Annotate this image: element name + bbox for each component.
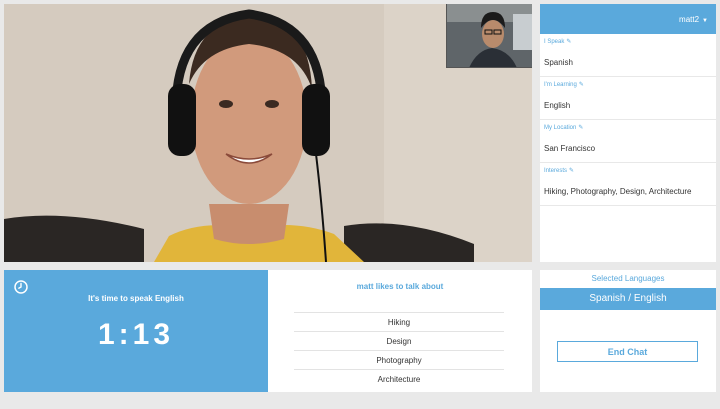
topics-title: matt likes to talk about xyxy=(356,282,444,291)
pencil-icon[interactable]: ✎ xyxy=(566,38,571,45)
topic-item: Design xyxy=(294,331,504,350)
field-label: I'm Learning xyxy=(544,81,577,88)
timer-prompt: It's time to speak English xyxy=(88,294,184,303)
caret-down-icon: ▼ xyxy=(702,17,708,24)
username-menu[interactable]: matt2 ▼ xyxy=(679,15,708,24)
profile-header: matt2 ▼ xyxy=(540,4,716,34)
timer-countdown: 1:13 xyxy=(97,318,175,351)
pencil-icon[interactable]: ✎ xyxy=(578,124,583,131)
selected-language-pair: Spanish / English xyxy=(540,288,716,310)
field-value: San Francisco xyxy=(544,144,596,153)
field-my-location: My Location ✎ San Francisco xyxy=(540,120,716,163)
speaking-timer-panel: It's time to speak English 1:13 xyxy=(4,270,268,392)
selected-languages-panel: Selected Languages Spanish / English End… xyxy=(540,270,716,392)
field-label: I Speak xyxy=(544,38,565,45)
field-value: Spanish xyxy=(544,58,573,67)
topic-item: Hiking xyxy=(294,312,504,331)
partner-profile-panel: matt2 ▼ I Speak ✎ Spanish I'm Learning ✎ … xyxy=(540,4,716,262)
field-label: My Location xyxy=(544,124,577,131)
field-i-speak: I Speak ✎ Spanish xyxy=(540,34,716,77)
topic-item: Photography xyxy=(294,350,504,369)
topic-list: Hiking Design Photography Architecture xyxy=(294,312,504,388)
languages-title: Selected Languages xyxy=(591,274,665,283)
clock-icon xyxy=(14,280,28,294)
talk-topics-panel: matt likes to talk about Hiking Design P… xyxy=(268,270,532,392)
field-value: English xyxy=(544,101,571,110)
field-im-learning: I'm Learning ✎ English xyxy=(540,77,716,120)
self-video-frame xyxy=(447,4,532,67)
username-label: matt2 xyxy=(679,14,700,24)
field-label-row: My Location ✎ xyxy=(544,124,712,132)
field-label-row: Interests ✎ xyxy=(544,167,712,175)
field-label-row: I Speak ✎ xyxy=(544,38,712,46)
pencil-icon[interactable]: ✎ xyxy=(579,81,584,88)
self-video-feed xyxy=(446,4,532,68)
topic-item: Architecture xyxy=(294,369,504,388)
field-value: Hiking, Photography, Design, Architectur… xyxy=(544,187,692,196)
end-chat-button[interactable]: End Chat xyxy=(557,341,698,362)
field-interests: Interests ✎ Hiking, Photography, Design,… xyxy=(540,163,716,206)
field-label: Interests xyxy=(544,167,568,174)
pencil-icon[interactable]: ✎ xyxy=(569,167,574,174)
field-label-row: I'm Learning ✎ xyxy=(544,81,712,89)
